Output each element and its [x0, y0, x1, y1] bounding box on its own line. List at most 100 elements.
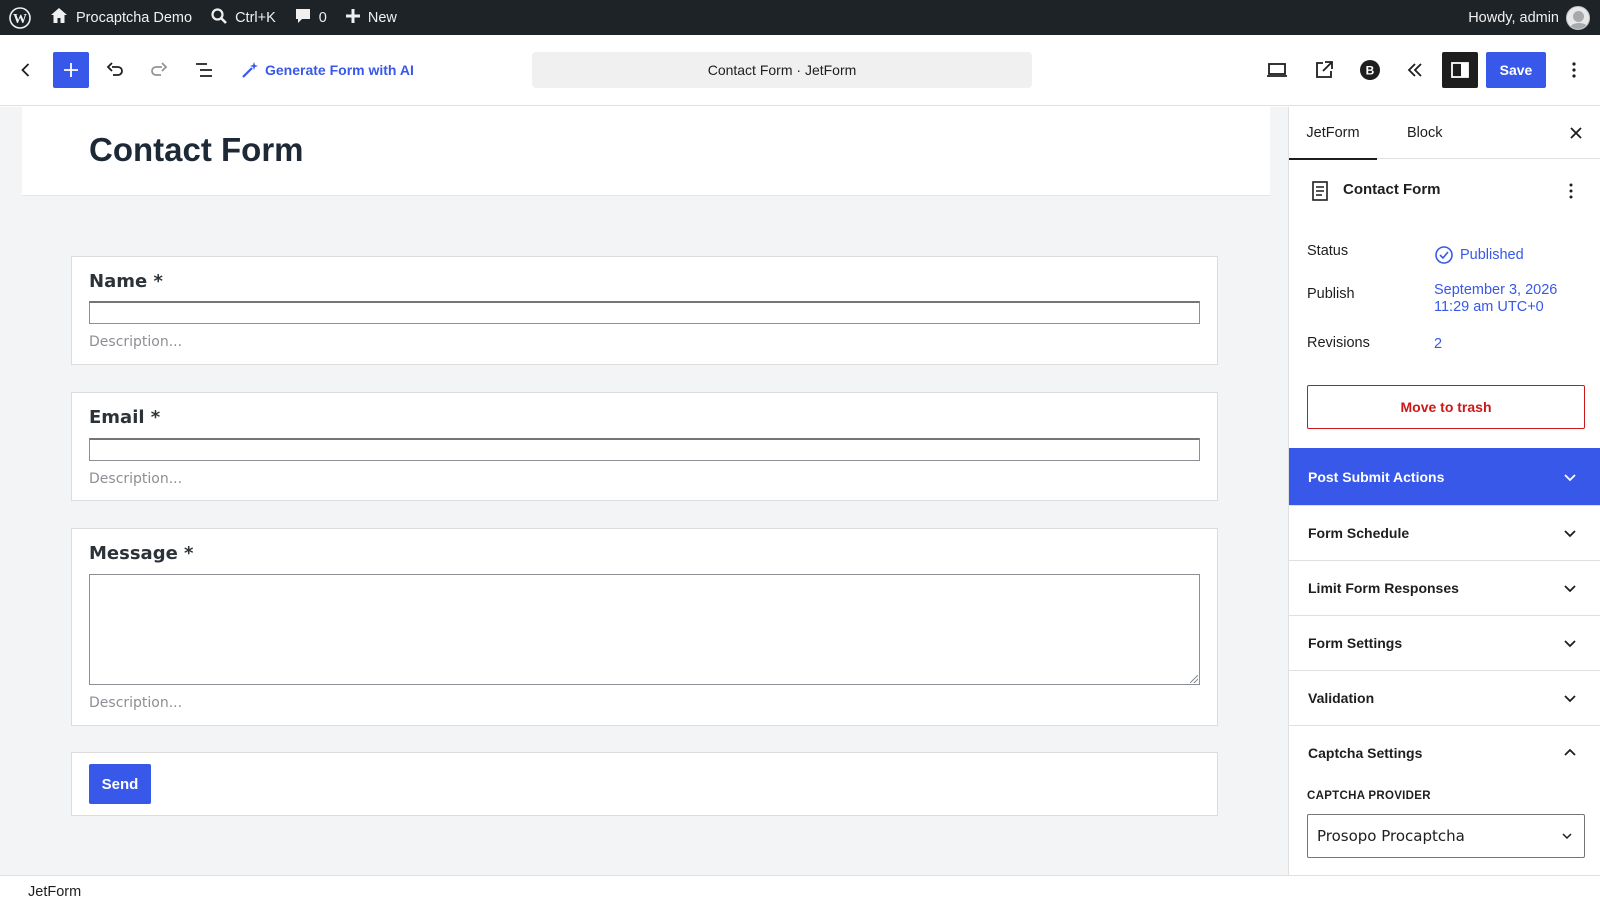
plugin-logo-icon: B [1360, 60, 1380, 80]
panel-captcha-settings[interactable]: Captcha Settings [1289, 725, 1600, 780]
comments-count: 0 [318, 9, 327, 26]
chevron-down-icon [1564, 585, 1576, 593]
settings-sidebar: JetForm Block Contact Form Status Publis… [1288, 107, 1600, 875]
view-form-button[interactable] [1306, 52, 1342, 88]
panel-title: Form Schedule [1308, 525, 1410, 541]
chevron-up-icon [1564, 748, 1576, 756]
my-account-link[interactable]: Howdy, admin [1459, 0, 1600, 35]
post-title: Contact Form [1343, 181, 1441, 198]
block-inserter-button[interactable] [53, 52, 89, 88]
chevron-down-icon [1564, 474, 1576, 482]
post-card: Contact Form [1289, 160, 1600, 230]
panel-title: Captcha Settings [1308, 745, 1423, 761]
panel-form-settings[interactable]: Form Settings [1289, 615, 1600, 670]
email-field-description[interactable]: Description... [89, 471, 182, 487]
search-icon [210, 7, 228, 29]
publish-label: Publish [1307, 286, 1355, 302]
status-value-button[interactable]: Published [1434, 245, 1524, 265]
editor-header: Generate Form with AI Contact Form · Jet… [0, 35, 1600, 106]
settings-toggle-button[interactable] [1442, 52, 1478, 88]
magic-wand-icon [242, 62, 258, 78]
chevron-down-icon [1564, 530, 1576, 538]
name-field-description[interactable]: Description... [89, 334, 182, 350]
submit-block[interactable]: Send [71, 752, 1218, 816]
laptop-icon [1267, 63, 1287, 77]
command-palette-link[interactable]: Ctrl+K [201, 0, 285, 35]
collapse-toolbar-button[interactable] [1397, 52, 1433, 88]
chevron-down-icon [1564, 640, 1576, 648]
search-shortcut-label: Ctrl+K [235, 9, 276, 26]
name-field-label: Name * [89, 271, 163, 292]
close-sidebar-button[interactable] [1564, 121, 1588, 145]
publish-time: 11:29 am UTC+0 [1434, 299, 1544, 315]
chevron-down-icon [1564, 695, 1576, 703]
revisions-label: Revisions [1307, 335, 1370, 351]
plus-icon [64, 63, 78, 77]
sidebar-panel-icon [1451, 62, 1469, 78]
generate-form-ai-button[interactable]: Generate Form with AI [240, 52, 414, 88]
svg-text:W: W [13, 12, 27, 27]
move-to-trash-button[interactable]: Move to trash [1307, 385, 1585, 429]
site-name-link[interactable]: Procaptcha Demo [40, 0, 201, 35]
comments-link[interactable]: 0 [285, 0, 336, 35]
block-breadcrumb[interactable]: JetForm [28, 884, 81, 900]
email-input[interactable] [89, 438, 1200, 461]
plus-icon [345, 8, 361, 28]
panel-validation[interactable]: Validation [1289, 670, 1600, 725]
document-icon [1312, 181, 1328, 201]
name-input[interactable] [89, 301, 1200, 324]
more-vertical-icon[interactable] [1559, 179, 1583, 203]
publish-date-button[interactable]: September 3, 2026 11:29 am UTC+0 [1434, 282, 1557, 316]
more-vertical-icon [1572, 62, 1576, 78]
options-menu-button[interactable] [1556, 52, 1592, 88]
captcha-provider-value: Prosopo Procaptcha [1317, 827, 1465, 845]
site-name-label: Procaptcha Demo [76, 9, 193, 26]
wordpress-logo-icon[interactable]: W [0, 0, 40, 35]
message-field-description[interactable]: Description... [89, 695, 182, 711]
list-view-icon [196, 63, 212, 77]
redo-icon [151, 62, 168, 76]
page-title[interactable]: Contact Form [89, 131, 304, 169]
double-chevron-left-icon [1407, 63, 1422, 77]
panel-limit-form-responses[interactable]: Limit Form Responses [1289, 560, 1600, 615]
panel-post-submit-actions[interactable]: Post Submit Actions [1289, 448, 1600, 505]
sidebar-tabs: JetForm Block [1289, 107, 1600, 160]
document-overview-button[interactable] [186, 52, 222, 88]
captcha-provider-label: CAPTCHA PROVIDER [1307, 790, 1431, 802]
external-link-icon [1316, 61, 1333, 78]
back-button[interactable] [8, 52, 44, 88]
status-label: Status [1307, 243, 1349, 259]
editor-canvas: Contact Form Name * Description... Email… [0, 107, 1288, 875]
svg-text:B: B [1366, 64, 1375, 78]
home-icon [49, 6, 69, 30]
panel-title: Post Submit Actions [1308, 468, 1445, 485]
new-content-link[interactable]: New [336, 0, 406, 35]
panel-title: Form Settings [1308, 635, 1403, 651]
publish-date: September 3, 2026 [1434, 282, 1558, 298]
send-button[interactable]: Send [89, 764, 151, 804]
close-icon [1570, 127, 1582, 139]
chevron-down-icon [1562, 833, 1572, 840]
name-field-block[interactable]: Name * Description... [71, 256, 1218, 365]
preview-device-button[interactable] [1259, 52, 1295, 88]
undo-button[interactable] [97, 52, 133, 88]
tab-jetform[interactable]: JetForm [1289, 107, 1377, 160]
message-field-block[interactable]: Message * Description... [71, 528, 1218, 726]
resize-handle-icon[interactable] [1190, 675, 1198, 683]
save-button[interactable]: Save [1486, 52, 1546, 88]
message-textarea[interactable] [89, 574, 1200, 685]
status-value: Published [1460, 246, 1524, 263]
revisions-row: Revisions 2 [1307, 335, 1587, 357]
status-row: Status Published [1307, 243, 1587, 267]
revisions-link[interactable]: 2 [1434, 336, 1442, 353]
plugin-button[interactable]: B [1352, 52, 1388, 88]
captcha-provider-select[interactable]: Prosopo Procaptcha [1307, 814, 1585, 858]
generate-form-ai-label: Generate Form with AI [265, 62, 414, 78]
email-field-block[interactable]: Email * Description... [71, 392, 1218, 501]
document-bar[interactable]: Contact Form · JetForm [532, 52, 1032, 88]
tab-block[interactable]: Block [1407, 107, 1442, 159]
redo-button[interactable] [141, 52, 177, 88]
panel-form-schedule[interactable]: Form Schedule [1289, 505, 1600, 560]
chevron-left-icon [21, 63, 30, 77]
title-area: Contact Form [22, 107, 1270, 196]
